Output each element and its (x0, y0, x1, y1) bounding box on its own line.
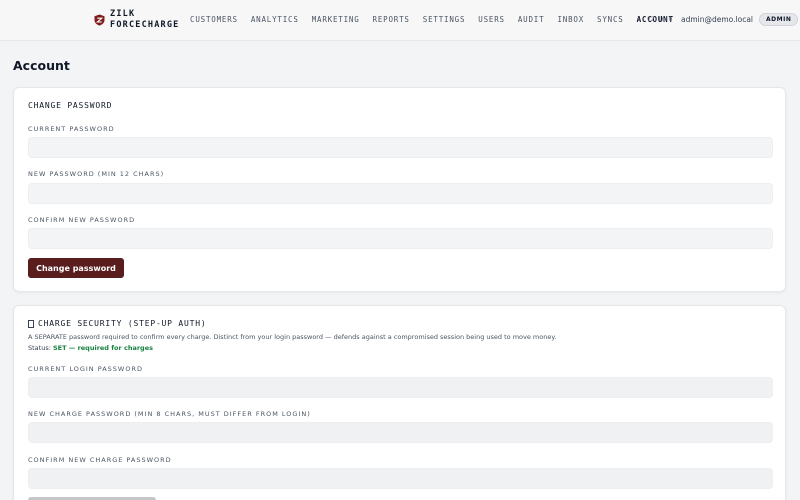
status-label: Status: (28, 344, 51, 352)
nav-reports[interactable]: REPORTS (373, 15, 410, 24)
main-nav: CUSTOMERS ANALYTICS MARKETING REPORTS SE… (190, 15, 674, 24)
nav-syncs[interactable]: SYNCS (597, 15, 624, 24)
new-password-label: NEW PASSWORD (MIN 12 CHARS) (28, 170, 165, 178)
nav-settings[interactable]: SETTINGS (423, 15, 466, 24)
confirm-charge-password-label: CONFIRM NEW CHARGE PASSWORD (28, 456, 172, 464)
shield-logo-icon (94, 14, 105, 26)
nav-inbox[interactable]: INBOX (557, 15, 584, 24)
current-password-input[interactable] (28, 137, 773, 158)
nav-users[interactable]: USERS (478, 15, 505, 24)
charge-security-title: CHARGE SECURITY (STEP-UP AUTH) (38, 319, 207, 328)
new-charge-password-label: NEW CHARGE PASSWORD (MIN 8 CHARS, MUST D… (28, 410, 311, 418)
nav-customers[interactable]: CUSTOMERS (190, 15, 238, 24)
lock-icon (28, 319, 34, 328)
status-value: SET — required for charges (52, 344, 153, 352)
current-password-label: CURRENT PASSWORD (28, 125, 115, 133)
nav-marketing[interactable]: MARKETING (312, 15, 360, 24)
brand-name-line2: FORCECHARGE (110, 20, 180, 30)
current-login-password-input[interactable] (28, 377, 773, 398)
brand-name-line1: ZILK (110, 9, 136, 19)
change-password-title: CHANGE PASSWORD (28, 101, 113, 110)
brand-name: ZILK FORCECHARGE (110, 9, 180, 31)
change-password-card: CHANGE PASSWORD CURRENT PASSWORD NEW PAS… (13, 87, 786, 292)
top-navigation-bar: ZILK FORCECHARGE CUSTOMERS ANALYTICS MAR… (0, 0, 800, 41)
confirm-password-input[interactable] (28, 228, 773, 249)
confirm-charge-password-input[interactable] (28, 468, 773, 489)
charge-security-heading: CHARGE SECURITY (STEP-UP AUTH) (28, 319, 207, 328)
new-charge-password-input[interactable] (28, 422, 773, 443)
version-label: v2.16.0 (647, 16, 673, 23)
nav-audit[interactable]: AUDIT (518, 15, 545, 24)
charge-security-description: A SEPARATE password required to confirm … (28, 333, 557, 341)
current-login-password-label: CURRENT LOGIN PASSWORD (28, 365, 143, 373)
brand[interactable]: ZILK FORCECHARGE (94, 9, 180, 31)
nav-analytics[interactable]: ANALYTICS (251, 15, 299, 24)
change-password-button[interactable]: Change password (28, 258, 124, 278)
page-title: Account (13, 58, 70, 73)
new-password-input[interactable] (28, 183, 773, 204)
role-badge: ADMIN (759, 13, 799, 26)
charge-security-card: CHARGE SECURITY (STEP-UP AUTH) A SEPARAT… (13, 305, 786, 500)
user-email: admin@demo.local (681, 15, 753, 24)
charge-security-status: Status: SET — required for charges (28, 344, 153, 352)
confirm-password-label: CONFIRM NEW PASSWORD (28, 216, 136, 224)
